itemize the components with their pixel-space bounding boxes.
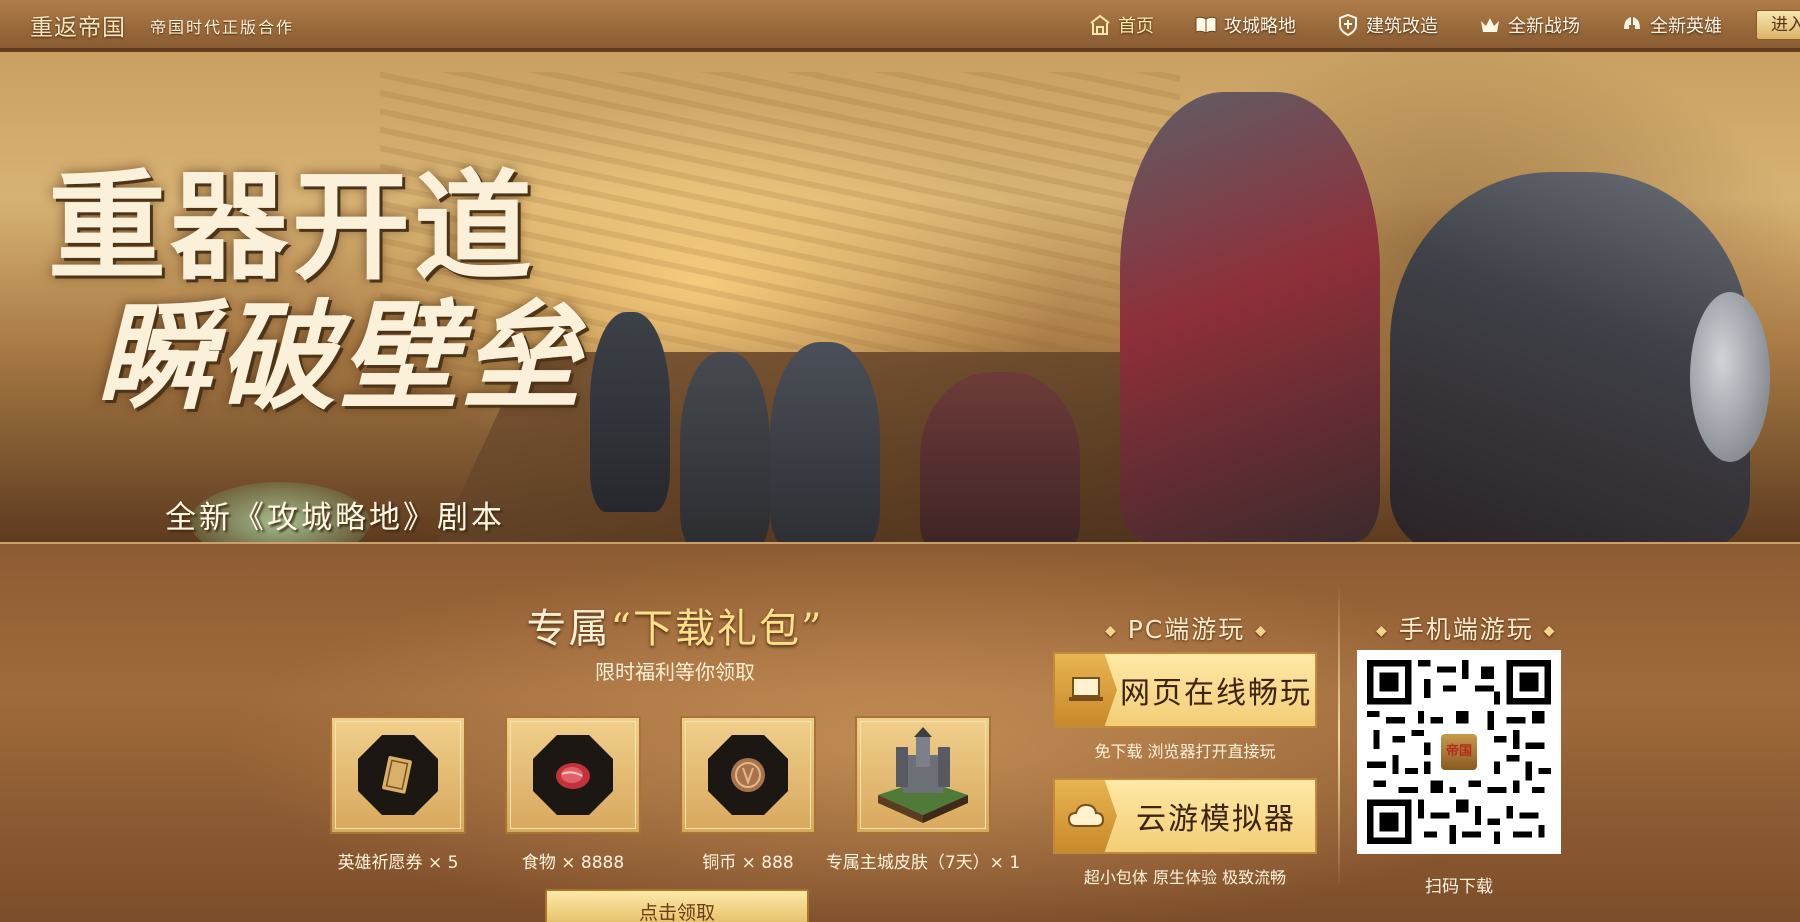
banner-soldier: [770, 342, 880, 542]
game-logo[interactable]: 重返帝国: [30, 8, 126, 42]
nav-item-heroes[interactable]: 全新英雄: [1620, 12, 1722, 38]
nav-label: 攻城略地: [1224, 16, 1296, 37]
cloud-emulator-button[interactable]: 云游模拟器: [1053, 778, 1317, 854]
gift-item-label: 英雄祈愿券 × 5: [337, 853, 459, 873]
top-nav-bar: 重返帝国 帝国时代正版合作 首页 攻城略地 建筑改造 全新战场 全新英雄 进入: [0, 0, 1800, 50]
gift-item-box[interactable]: [680, 716, 816, 834]
nav-item-building[interactable]: 建筑改造: [1336, 12, 1438, 38]
nav-label: 建筑改造: [1366, 16, 1438, 37]
cloud-icon: [1067, 803, 1105, 827]
claim-gift-button[interactable]: 点击领取: [545, 889, 809, 922]
nav-label: 全新战场: [1508, 16, 1580, 37]
banner-soldier: [920, 372, 1080, 542]
banner-slogan: 重器开道 瞬破壁垒: [48, 162, 584, 422]
download-qr-code: 帝国: [1357, 650, 1561, 854]
nav-item-battlefield[interactable]: 全新战场: [1478, 12, 1580, 38]
shield-icon: [1339, 13, 1357, 37]
cloud-emulator-label: 云游模拟器: [1136, 802, 1296, 837]
enter-button[interactable]: 进入: [1756, 10, 1800, 40]
gift-title-prefix: 专属: [526, 606, 611, 652]
gift-item-box[interactable]: [505, 716, 641, 834]
nav-item-siege[interactable]: 攻城略地: [1194, 12, 1296, 38]
diamond-icon: ◆: [1376, 623, 1389, 639]
banner-soldier: [590, 312, 670, 512]
banner-subtitle: 全新《攻城略地》剧本: [165, 500, 505, 536]
gift-item-box[interactable]: [330, 716, 466, 834]
web-play-button[interactable]: 网页在线畅玩: [1053, 652, 1317, 728]
cloud-emulator-description: 超小包体 原生体验 极致流畅: [1083, 868, 1287, 887]
slogan-line-2: 瞬破壁垒: [96, 287, 585, 426]
slogan-line-1: 重器开道: [48, 157, 537, 296]
pc-play-title: ◆ PC端游玩 ◆: [1105, 610, 1268, 646]
gift-item: 铜币 × 888: [680, 716, 816, 873]
gift-list: 英雄祈愿券 × 5 食物 × 8888 铜币 × 888 专属主城皮肤（7天）×…: [330, 716, 1020, 873]
nav-menu: 首页 攻城略地 建筑改造 全新战场 全新英雄: [1088, 0, 1722, 50]
gift-item-label: 食物 × 8888: [521, 853, 625, 873]
home-icon: [1090, 14, 1110, 35]
gift-item: 食物 × 8888: [505, 716, 641, 873]
web-play-label: 网页在线畅玩: [1120, 676, 1312, 711]
helmet-icon: [1624, 17, 1640, 29]
banner-shield: [1690, 292, 1770, 462]
castle-icon: [878, 727, 968, 823]
hero-banner: 重器开道 瞬破壁垒 全新《攻城略地》剧本: [0, 52, 1800, 542]
banner-hero-warrior: [1120, 92, 1380, 542]
gift-item: 英雄祈愿券 × 5: [330, 716, 466, 873]
banner-soldier: [680, 352, 770, 542]
diamond-icon: ◆: [1105, 623, 1118, 639]
column-divider: [1338, 584, 1340, 888]
qr-download-label: 扫码下载: [1425, 877, 1493, 897]
nav-item-home[interactable]: 首页: [1088, 12, 1154, 38]
meat-icon: [556, 763, 590, 789]
gift-item-label: 专属主城皮肤（7天）× 1: [825, 853, 1021, 873]
gift-item-label: 铜币 × 888: [702, 853, 794, 873]
mobile-play-title-text: 手机端游玩: [1398, 615, 1534, 644]
tagline: 帝国时代正版合作: [150, 18, 295, 37]
coin-icon: [731, 758, 765, 792]
pc-play-title-text: PC端游玩: [1127, 615, 1246, 644]
laptop-icon: [1069, 677, 1103, 701]
gift-item-box[interactable]: [855, 716, 991, 834]
mobile-play-title: ◆ 手机端游玩 ◆: [1376, 610, 1556, 646]
qr-center-badge: 帝国: [1439, 732, 1479, 772]
diamond-icon: ◆: [1543, 623, 1557, 639]
web-play-description: 免下载 浏览器打开直接玩: [1094, 742, 1276, 761]
diamond-icon: ◆: [1255, 623, 1269, 639]
nav-label: 全新英雄: [1650, 16, 1722, 37]
gift-item: 专属主城皮肤（7天）× 1: [826, 716, 1020, 873]
crown-icon: [1481, 18, 1499, 32]
ticket-icon: [382, 756, 412, 794]
download-panel: 专属“下载礼包” 限时福利等你领取 英雄祈愿券 × 5 食物 × 8888 铜币…: [0, 542, 1800, 922]
gift-title-highlight: “下载礼包”: [610, 606, 824, 652]
logo-text: 重返帝国: [30, 15, 126, 41]
book-icon: [1195, 16, 1217, 34]
nav-label: 首页: [1118, 16, 1154, 37]
